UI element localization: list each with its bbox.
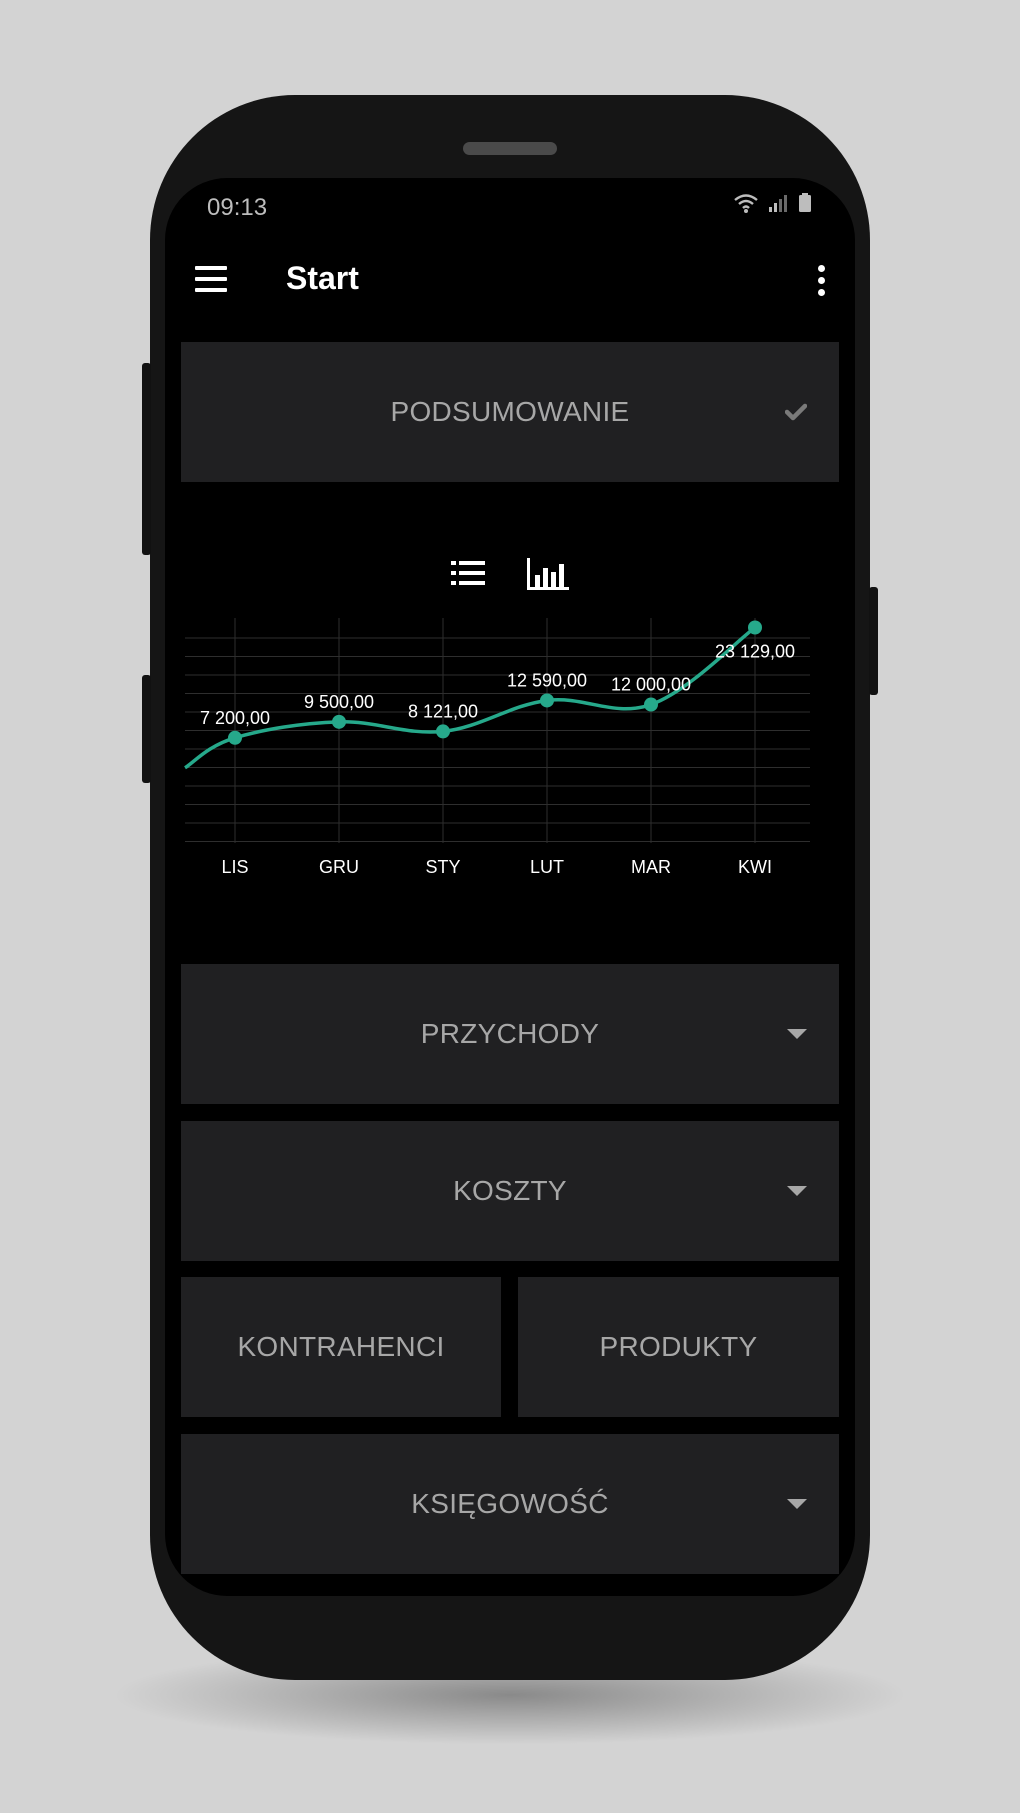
menu-icon[interactable]: [193, 262, 229, 298]
bar-chart-icon[interactable]: [527, 558, 569, 590]
more-vert-icon[interactable]: [809, 260, 833, 300]
chart-data-label: 7 200,00: [200, 708, 270, 728]
chart-x-tick-label: STY: [425, 857, 460, 877]
contractors-button[interactable]: KONTRAHENCI: [181, 1277, 501, 1417]
chart-x-tick-label: GRU: [319, 857, 359, 877]
chart-x-tick-label: MAR: [631, 857, 671, 877]
battery-icon: [799, 193, 811, 212]
income-section-button[interactable]: PRZYCHODY: [181, 964, 839, 1104]
summary-label: PODSUMOWANIE: [390, 396, 630, 427]
check-icon: [785, 403, 807, 421]
chart-data-point: [540, 693, 554, 708]
page-title: Start: [286, 260, 359, 296]
chart-data-label: 12 590,00: [507, 670, 587, 690]
phone-volume-button: [142, 363, 151, 555]
products-label: PRODUKTY: [599, 1331, 758, 1362]
chart-data-point: [332, 714, 346, 729]
chart-data-point: [228, 730, 242, 745]
chart-x-tick-label: LUT: [530, 857, 564, 877]
chart-series-line: [184, 626, 757, 770]
accounting-label: KSIĘGOWOŚĆ: [411, 1488, 609, 1519]
chart-x-tick-label: LIS: [221, 857, 248, 877]
costs-label: KOSZTY: [453, 1175, 567, 1206]
signal-icon: [769, 195, 787, 212]
chart-data-label: 12 000,00: [611, 675, 691, 695]
products-button[interactable]: PRODUKTY: [518, 1277, 839, 1417]
chart-data-label: 9 500,00: [304, 692, 374, 712]
accounting-section-button[interactable]: KSIĘGOWOŚĆ: [181, 1434, 839, 1574]
wifi-icon: [734, 194, 758, 213]
status-icons: [733, 192, 813, 214]
chart-data-label: 8 121,00: [408, 701, 478, 721]
contractors-label: KONTRAHENCI: [237, 1331, 445, 1362]
caret-down-icon: [787, 1499, 807, 1509]
list-icon[interactable]: [451, 558, 485, 588]
income-label: PRZYCHODY: [420, 1018, 600, 1049]
caret-down-icon: [787, 1186, 807, 1196]
chart-data-point: [748, 620, 762, 635]
app-screen: 09:13 Start PODSUMOWANIE 7 200,00 9 500,…: [165, 178, 855, 1596]
status-bar: 09:13: [165, 178, 855, 238]
status-time: 09:13: [207, 194, 268, 221]
summary-section-button[interactable]: PODSUMOWANIE: [181, 342, 839, 482]
phone-power-button: [869, 587, 878, 695]
chart-data-point: [436, 724, 450, 739]
chart-x-tick-label: KWI: [738, 857, 772, 877]
chart-data-point: [644, 697, 658, 712]
revenue-line-chart: 7 200,00 9 500,00 8 121,00 12 590,00 12 000,…: [184, 618, 825, 878]
phone-side-button: [142, 675, 151, 783]
costs-section-button[interactable]: KOSZTY: [181, 1121, 839, 1261]
chart-view-toggle: [165, 558, 855, 590]
chart-svg: 7 200,00 9 500,00 8 121,00 12 590,00 12 000,…: [184, 618, 810, 877]
app-bar: Start: [165, 248, 855, 328]
caret-down-icon: [787, 1029, 807, 1039]
phone-speaker: [463, 142, 557, 155]
chart-data-label: 23 129,00: [715, 641, 795, 661]
